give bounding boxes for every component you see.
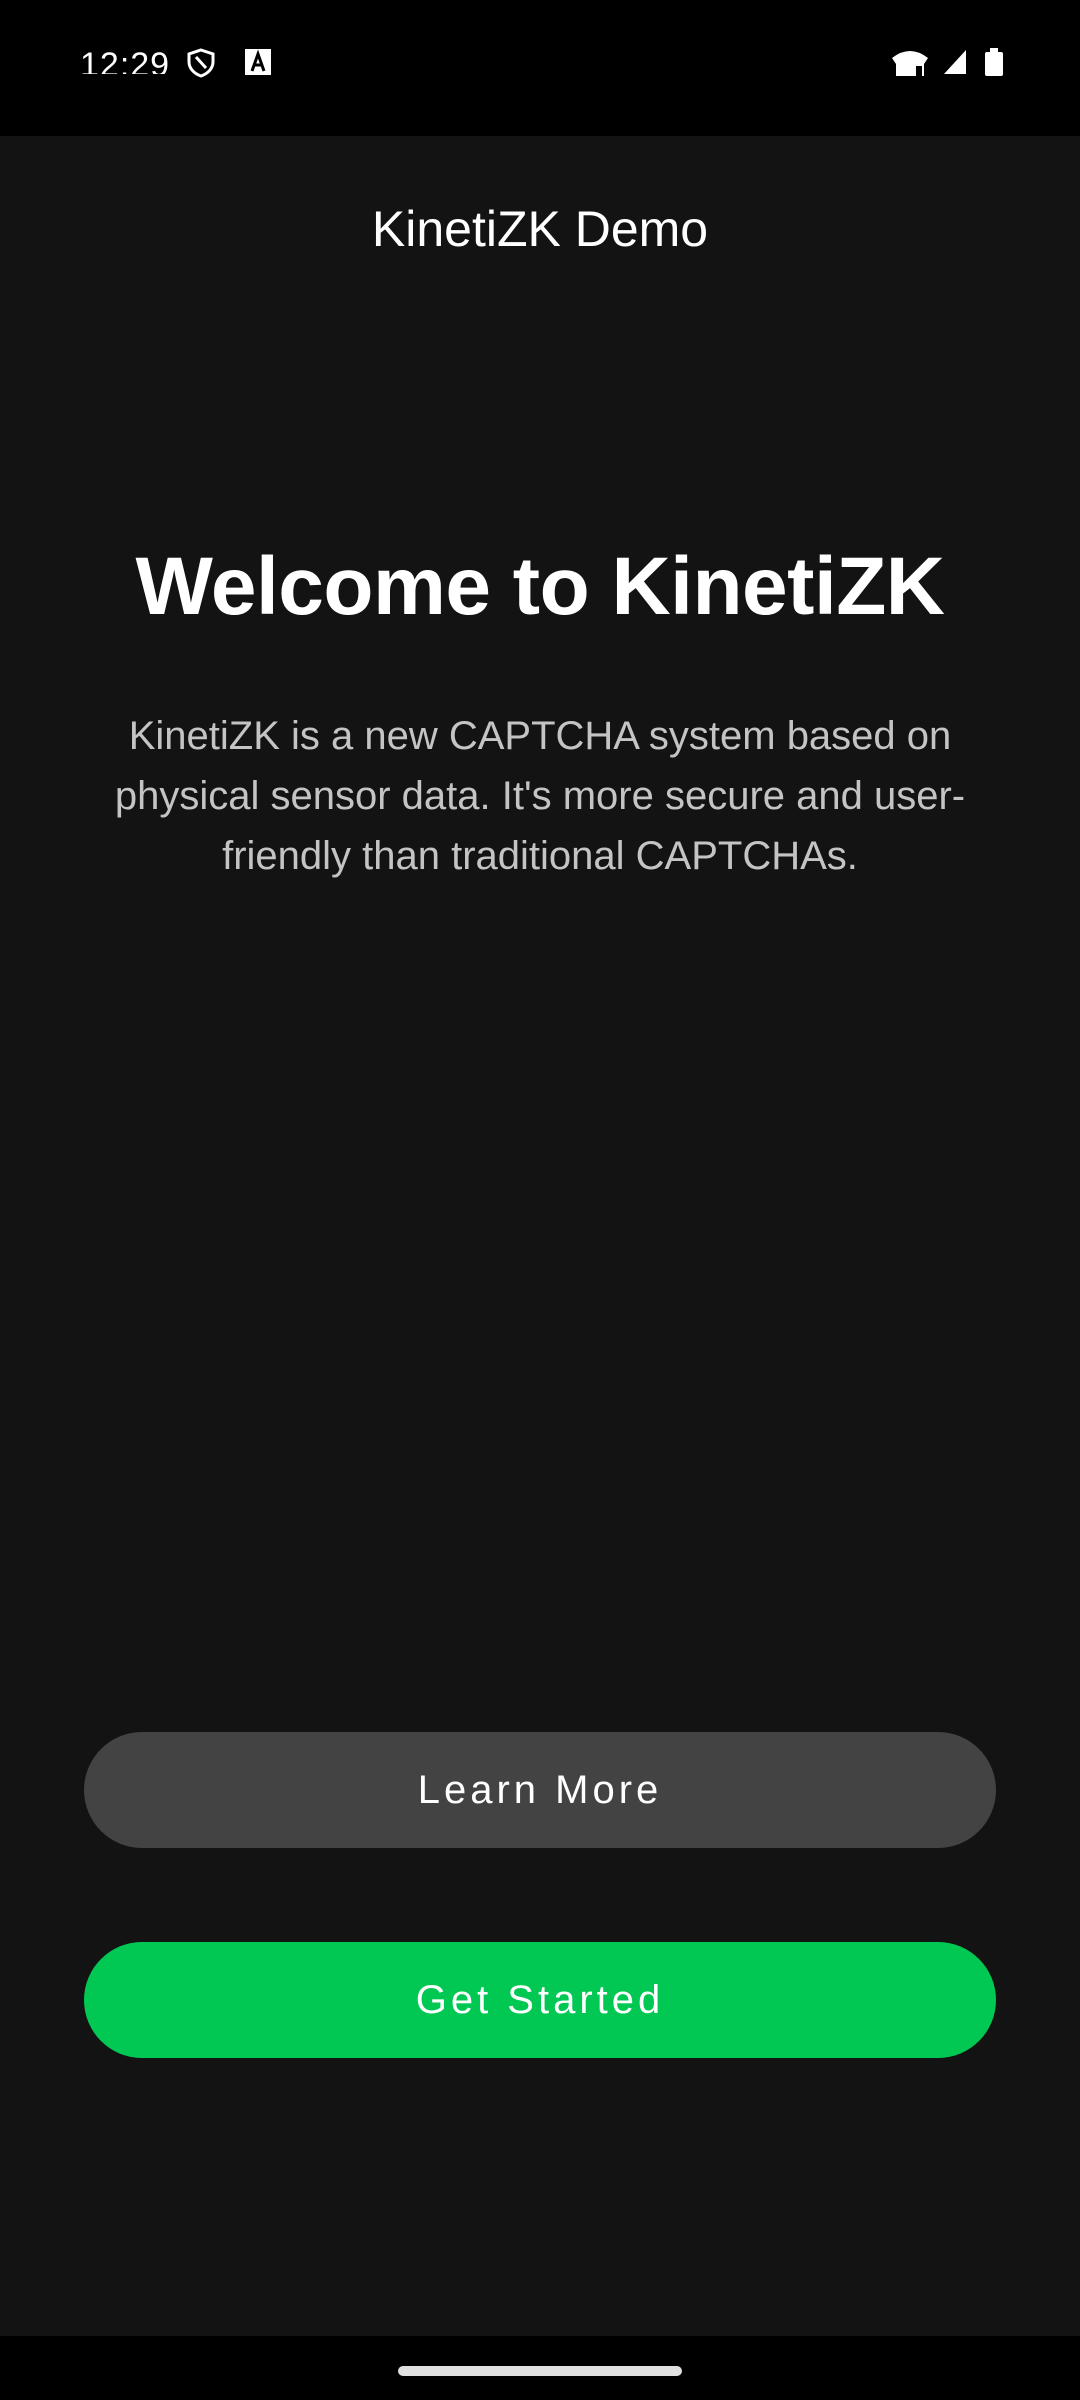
app-bar-title: KinetiZK Demo: [371, 201, 709, 257]
intro-description: KinetiZK is a new CAPTCHA system based o…: [114, 714, 966, 878]
gesture-navigation-bar: [0, 2336, 1080, 2400]
battery-icon: [984, 48, 1004, 83]
get-started-label: Get Started: [415, 1977, 665, 2022]
get-started-button[interactable]: Get Started: [84, 1942, 996, 2058]
learn-more-button[interactable]: Learn More: [84, 1732, 996, 1848]
welcome-headline: Welcome to KinetiZK: [135, 541, 945, 632]
learn-more-label: Learn More: [417, 1767, 663, 1812]
accessibility-a-icon: [244, 48, 272, 81]
status-bar: 12:29: [0, 0, 1080, 136]
status-time: 12:29: [80, 46, 171, 74]
wifi-icon: [890, 48, 930, 83]
home-gesture-handle[interactable]: [398, 2366, 682, 2376]
shield-icon: [186, 48, 216, 83]
signal-icon: [942, 48, 968, 81]
app-screen: KinetiZK Demo Welcome to KinetiZK Kineti…: [0, 136, 1080, 2336]
